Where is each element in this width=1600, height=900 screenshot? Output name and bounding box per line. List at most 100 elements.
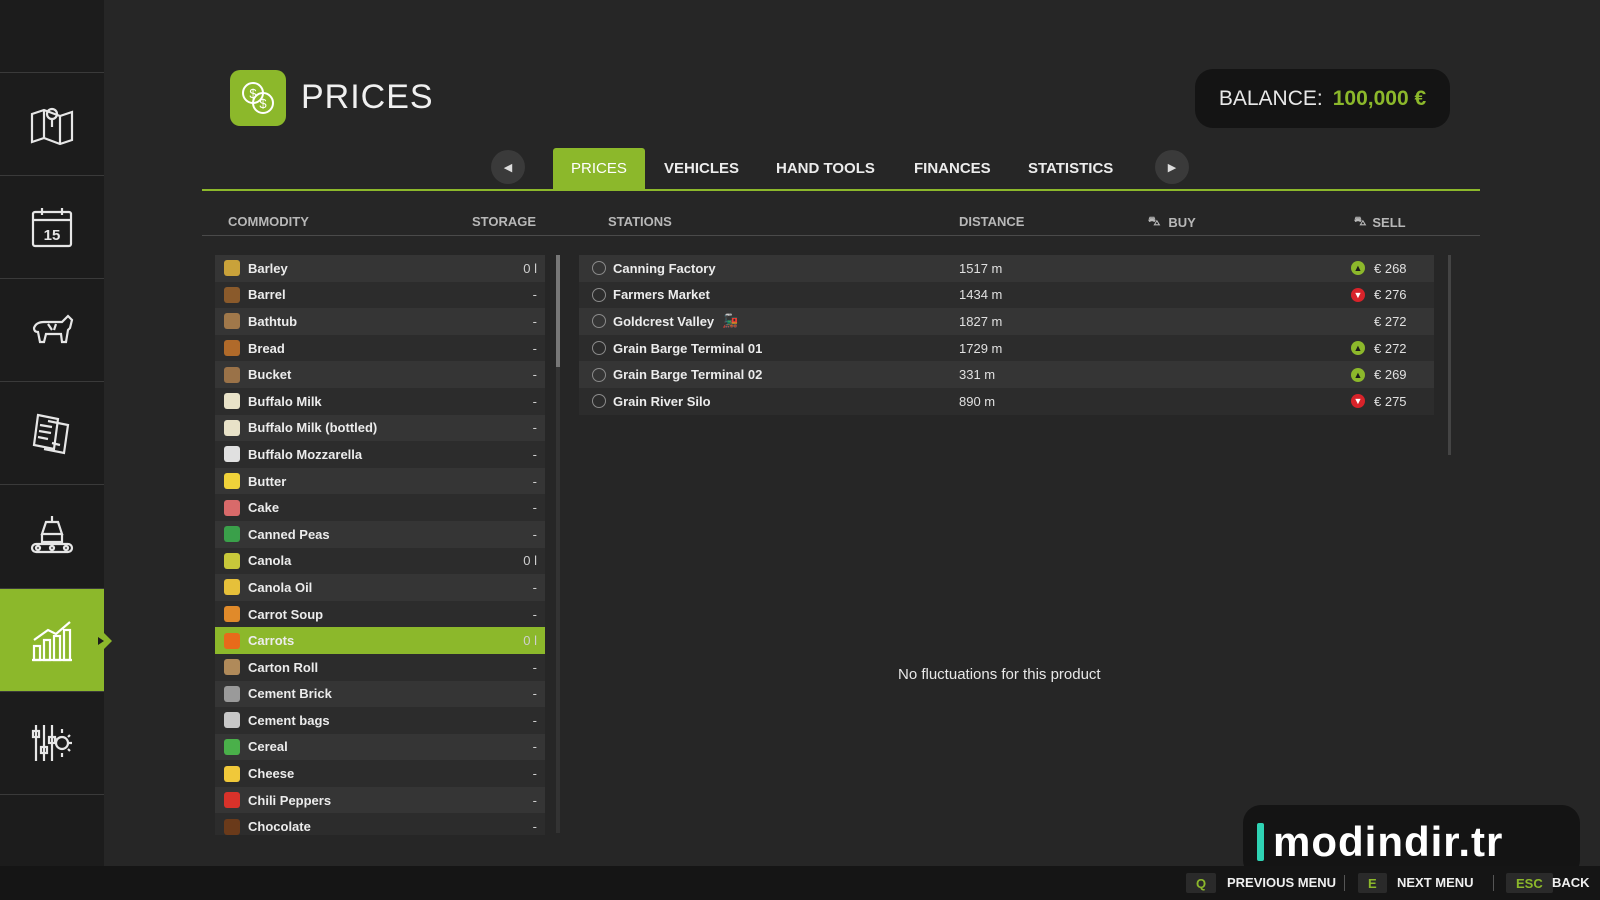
station-sell-price: € 272 xyxy=(1374,313,1407,329)
commodity-row[interactable]: Canned Peas - xyxy=(215,520,545,548)
back-button[interactable]: BACK xyxy=(1552,875,1590,890)
commodity-row[interactable]: Bucket - xyxy=(215,361,545,388)
sidebar-item-calendar[interactable]: 15 xyxy=(0,175,104,278)
commodity-list[interactable]: Barley 0 l Barrel - Bathtub - Bread - Bucket - Buf… xyxy=(215,255,545,835)
scrollbar-thumb[interactable] xyxy=(556,255,560,367)
sidebar-item-map[interactable] xyxy=(0,72,104,175)
commodity-storage: - xyxy=(532,686,537,702)
station-hotspot-icon[interactable] xyxy=(592,341,606,356)
key-q: Q xyxy=(1186,873,1217,893)
commodity-name: Canned Peas xyxy=(248,526,330,542)
prices-chart-icon xyxy=(32,621,72,662)
arrow-right-icon: ▶ xyxy=(1167,161,1177,174)
sidebar-item-production[interactable] xyxy=(0,484,104,587)
sidebar-item-contracts[interactable] xyxy=(0,381,104,484)
commodity-storage: - xyxy=(532,712,537,728)
station-row[interactable]: Farmers Market 1434 m ▼ € 276 xyxy=(579,281,1434,309)
commodity-row[interactable]: Bread - xyxy=(215,334,545,362)
watermark-text: modindir.tr xyxy=(1273,817,1504,865)
tab-vehicles[interactable]: VEHICLES xyxy=(664,148,739,189)
sidebar-item-settings[interactable] xyxy=(0,691,104,794)
sidebar-item-prices[interactable] xyxy=(0,588,112,691)
commodity-row[interactable]: Cereal - xyxy=(215,733,545,761)
tab-statistics[interactable]: STATISTICS xyxy=(1028,148,1113,189)
commodity-row[interactable]: Cake - xyxy=(215,494,545,521)
station-row[interactable]: Canning Factory 1517 m ▲ € 268 xyxy=(579,255,1434,282)
station-distance: 1517 m xyxy=(959,260,1003,276)
station-hotspot-icon[interactable] xyxy=(592,287,606,302)
next-menu-button[interactable]: NEXT MENU xyxy=(1397,875,1474,890)
commodity-storage: - xyxy=(532,526,537,542)
sidebar-item-animals[interactable] xyxy=(0,278,104,381)
commodity-row[interactable]: Cheese - xyxy=(215,760,545,787)
price-down-icon: ▼ xyxy=(1351,394,1365,409)
commodity-row[interactable]: Bathtub - xyxy=(215,308,545,335)
station-scrollbar[interactable] xyxy=(1448,255,1451,455)
commodity-name: Carrots xyxy=(248,633,295,649)
previous-tab-button[interactable]: ◀ xyxy=(491,150,525,184)
station-distance: 1434 m xyxy=(959,287,1003,303)
tab-prices[interactable]: PRICES xyxy=(553,148,645,189)
commodity-row[interactable]: Chili Peppers - xyxy=(215,786,545,814)
commodity-icon xyxy=(224,606,240,623)
commodity-storage: - xyxy=(532,579,537,595)
station-name: Farmers Market xyxy=(613,287,710,303)
station-sell-price: € 269 xyxy=(1374,367,1407,383)
station-hotspot-icon[interactable] xyxy=(592,261,606,276)
footer-separator xyxy=(1344,875,1345,891)
station-hotspot-icon[interactable] xyxy=(592,394,606,409)
svg-text:$: $ xyxy=(249,86,257,101)
price-up-icon: ▲ xyxy=(1351,261,1365,276)
commodity-row[interactable]: Buffalo Milk (bottled) - xyxy=(215,414,545,442)
tab-finances[interactable]: FINANCES xyxy=(914,148,991,189)
arrow-left-icon: ◀ xyxy=(503,161,513,174)
station-hotspot-icon[interactable] xyxy=(592,314,606,329)
station-row[interactable]: Grain Barge Terminal 02 331 m ▲ € 269 xyxy=(579,361,1434,388)
commodity-name: Canola Oil xyxy=(248,579,313,595)
commodity-row[interactable]: Butter - xyxy=(215,467,545,495)
next-tab-button[interactable]: ▶ xyxy=(1155,150,1189,184)
commodity-row[interactable]: Canola Oil - xyxy=(215,574,545,601)
commodity-scrollbar[interactable] xyxy=(556,255,560,833)
commodity-row[interactable]: Barley 0 l xyxy=(215,255,545,282)
commodity-row[interactable]: Cement Brick - xyxy=(215,680,545,708)
commodity-icon xyxy=(224,738,240,755)
previous-menu-button[interactable]: PREVIOUS MENU xyxy=(1227,875,1336,890)
station-row[interactable]: Grain Barge Terminal 01 1729 m ▲ € 272 xyxy=(579,334,1434,362)
production-icon xyxy=(30,516,74,554)
sell-basket-icon: ⛍ xyxy=(1354,214,1367,228)
contracts-icon xyxy=(32,413,70,455)
commodity-storage: - xyxy=(532,287,537,303)
page-title: PRICES xyxy=(301,78,434,116)
commodity-row[interactable]: Carrots 0 l xyxy=(215,627,545,654)
commodity-row[interactable]: Canola 0 l xyxy=(215,547,545,575)
commodity-icon xyxy=(224,526,240,543)
commodity-storage: - xyxy=(532,393,537,409)
commodity-name: Buffalo Milk xyxy=(248,393,322,409)
commodity-storage: 0 l xyxy=(523,633,537,649)
commodity-icon xyxy=(224,366,240,383)
commodity-row[interactable]: Buffalo Mozzarella - xyxy=(215,441,545,468)
tab-hand-tools[interactable]: HAND TOOLS xyxy=(776,148,875,189)
footer-separator xyxy=(1493,875,1494,891)
commodity-row[interactable]: Carton Roll - xyxy=(215,653,545,681)
commodity-row[interactable]: Cement bags - xyxy=(215,707,545,734)
station-hotspot-icon[interactable] xyxy=(592,367,606,382)
station-sell-price: € 275 xyxy=(1374,393,1407,409)
commodity-row[interactable]: Buffalo Milk - xyxy=(215,387,545,415)
station-distance: 1729 m xyxy=(959,340,1003,356)
map-icon xyxy=(30,107,74,146)
buy-label: BUY xyxy=(1168,214,1196,230)
train-icon: 🚂 xyxy=(722,313,739,329)
station-row[interactable]: Grain River Silo 890 m ▼ € 275 xyxy=(579,387,1434,415)
commodity-icon xyxy=(224,765,240,782)
basket-icon: ⛍ xyxy=(1148,214,1161,228)
commodity-row[interactable]: Carrot Soup - xyxy=(215,600,545,628)
commodity-row[interactable]: Chocolate - xyxy=(215,813,545,835)
station-row[interactable]: Goldcrest Valley 🚂 1827 m € 272 xyxy=(579,308,1434,335)
commodity-row[interactable]: Barrel - xyxy=(215,281,545,309)
commodity-storage: - xyxy=(532,766,537,782)
commodity-icon xyxy=(224,393,240,410)
commodity-icon xyxy=(224,818,240,835)
commodity-icon xyxy=(224,659,240,676)
